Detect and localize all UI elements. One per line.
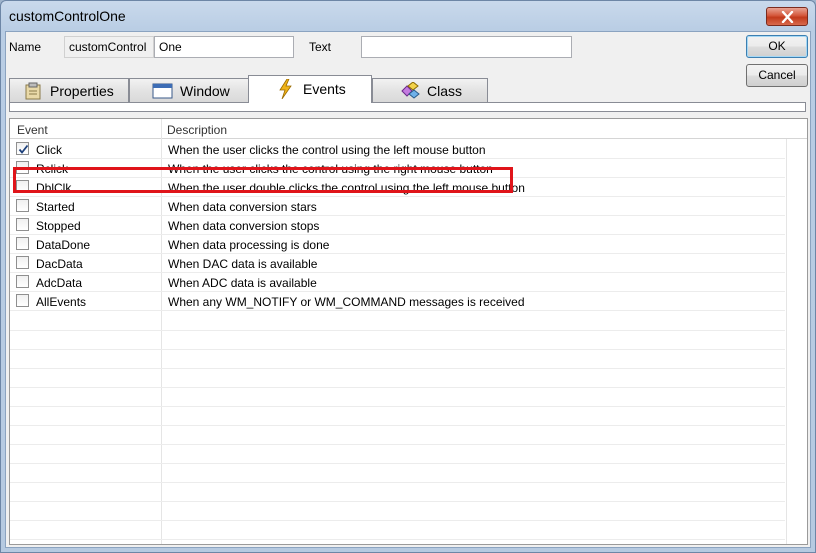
event-description: When DAC data is available — [168, 257, 318, 271]
grid-line — [10, 406, 785, 407]
checkmark-icon — [18, 144, 29, 154]
grid-line — [10, 444, 785, 445]
event-description: When any WM_NOTIFY or WM_COMMAND message… — [168, 295, 525, 309]
event-checkbox[interactable] — [16, 161, 29, 174]
table-row[interactable]: DacData When DAC data is available — [10, 254, 785, 273]
event-checkbox[interactable] — [16, 218, 29, 231]
close-button[interactable] — [766, 7, 808, 26]
tab-class-label: Class — [427, 83, 463, 99]
event-name: DataDone — [36, 238, 91, 252]
dialog-window: customControlOne Name customControl One … — [0, 0, 816, 553]
title-bar[interactable]: customControlOne — [1, 1, 815, 31]
name-input[interactable]: One — [154, 36, 294, 58]
tab-window[interactable]: Window — [129, 78, 249, 102]
event-checkbox[interactable] — [16, 142, 29, 155]
grid-line — [10, 520, 785, 521]
tab-window-label: Window — [180, 83, 230, 99]
grid-line — [10, 330, 785, 331]
tab-properties-label: Properties — [50, 83, 114, 99]
event-description: When data conversion stars — [168, 200, 317, 214]
grid-header: Event Description — [10, 119, 807, 139]
close-icon — [781, 11, 794, 23]
name-prefix-field: customControl — [64, 36, 154, 58]
grid-line — [10, 349, 785, 350]
event-description: When data conversion stops — [168, 219, 320, 233]
grid-line — [10, 463, 785, 464]
event-name: AdcData — [36, 276, 83, 290]
event-description: When the user double clicks the control … — [168, 181, 525, 195]
table-row[interactable]: Click When the user clicks the control us… — [10, 140, 785, 159]
grid-line — [10, 368, 785, 369]
table-row[interactable]: Started When data conversion stars — [10, 197, 785, 216]
column-header-description[interactable]: Description — [167, 123, 227, 137]
table-row[interactable]: DataDone When data processing is done — [10, 235, 785, 254]
event-checkbox[interactable] — [16, 199, 29, 212]
tab-events-label: Events — [303, 81, 346, 97]
dialog-client-area: Name customControl One Text OK Cancel Pr… — [5, 31, 811, 548]
table-row[interactable]: DblClk When the user double clicks the co… — [10, 178, 785, 197]
ok-button[interactable]: OK — [746, 35, 808, 58]
event-checkbox[interactable] — [16, 180, 29, 193]
lightning-icon — [277, 78, 293, 102]
name-label: Name — [9, 40, 42, 54]
event-checkbox[interactable] — [16, 237, 29, 250]
cancel-button[interactable]: Cancel — [746, 64, 808, 87]
column-header-event[interactable]: Event — [17, 123, 48, 137]
tab-panel — [9, 102, 806, 112]
grid-line — [10, 425, 785, 426]
grid-line — [10, 539, 785, 540]
event-checkbox[interactable] — [16, 256, 29, 269]
window-title: customControlOne — [9, 8, 126, 24]
event-name: DacData — [36, 257, 83, 271]
event-description: When the user clicks the control using t… — [168, 162, 493, 176]
event-description: When data processing is done — [168, 238, 330, 252]
events-grid: Event Description Click When the user cli… — [9, 118, 808, 545]
properties-icon — [24, 82, 44, 103]
event-checkbox[interactable] — [16, 294, 29, 307]
event-checkbox[interactable] — [16, 275, 29, 288]
window-icon — [152, 82, 174, 103]
grid-line — [10, 501, 785, 502]
event-name: Started — [36, 200, 75, 214]
table-row[interactable]: AdcData When ADC data is available — [10, 273, 785, 292]
event-name: DblClk — [36, 181, 72, 195]
column-divider-right — [786, 139, 787, 544]
tab-class[interactable]: Class — [372, 78, 488, 102]
table-row[interactable]: Rclick When the user clicks the control u… — [10, 159, 785, 178]
event-name: Click — [36, 143, 62, 157]
class-icon — [399, 81, 421, 103]
event-name: Rclick — [36, 162, 68, 176]
text-input[interactable] — [361, 36, 572, 58]
table-row[interactable]: Stopped When data conversion stops — [10, 216, 785, 235]
text-label: Text — [309, 40, 332, 54]
grid-line — [10, 482, 785, 483]
tab-events[interactable]: Events — [248, 75, 372, 103]
grid-line — [10, 387, 785, 388]
table-row[interactable]: AllEvents When any WM_NOTIFY or WM_COMMAN… — [10, 292, 785, 311]
event-description: When the user clicks the control using t… — [168, 143, 486, 157]
tab-properties[interactable]: Properties — [9, 78, 129, 102]
event-description: When ADC data is available — [168, 276, 317, 290]
event-name: Stopped — [36, 219, 81, 233]
event-name: AllEvents — [36, 295, 87, 309]
